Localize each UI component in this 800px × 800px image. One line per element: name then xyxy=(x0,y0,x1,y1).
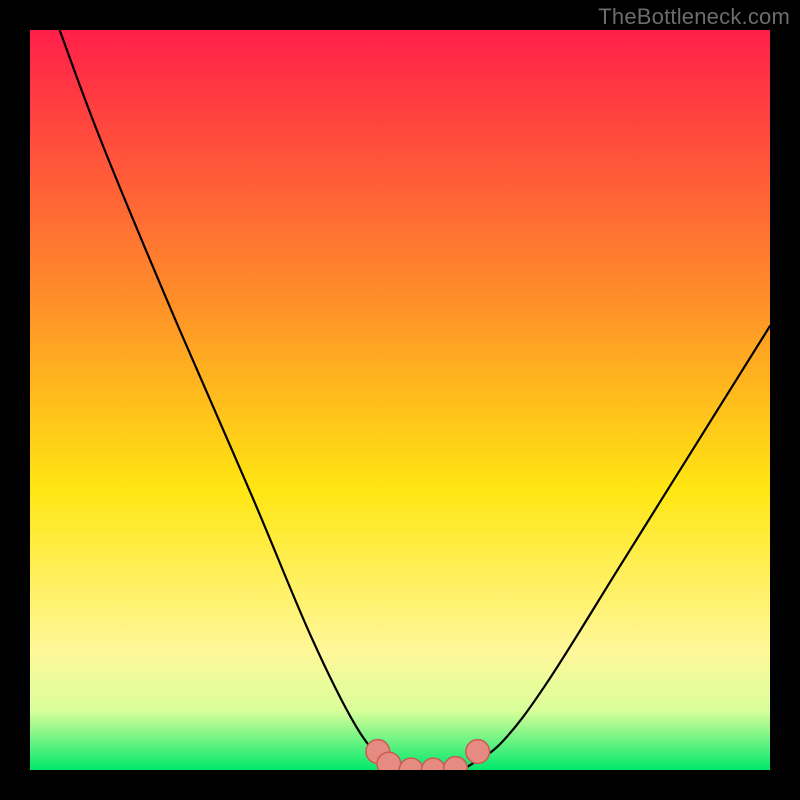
watermark-text: TheBottleneck.com xyxy=(598,4,790,30)
curve-marker xyxy=(466,740,490,764)
bottleneck-chart xyxy=(30,30,770,770)
curve-marker xyxy=(377,752,401,770)
chart-frame: TheBottleneck.com xyxy=(0,0,800,800)
gradient-background xyxy=(30,30,770,770)
